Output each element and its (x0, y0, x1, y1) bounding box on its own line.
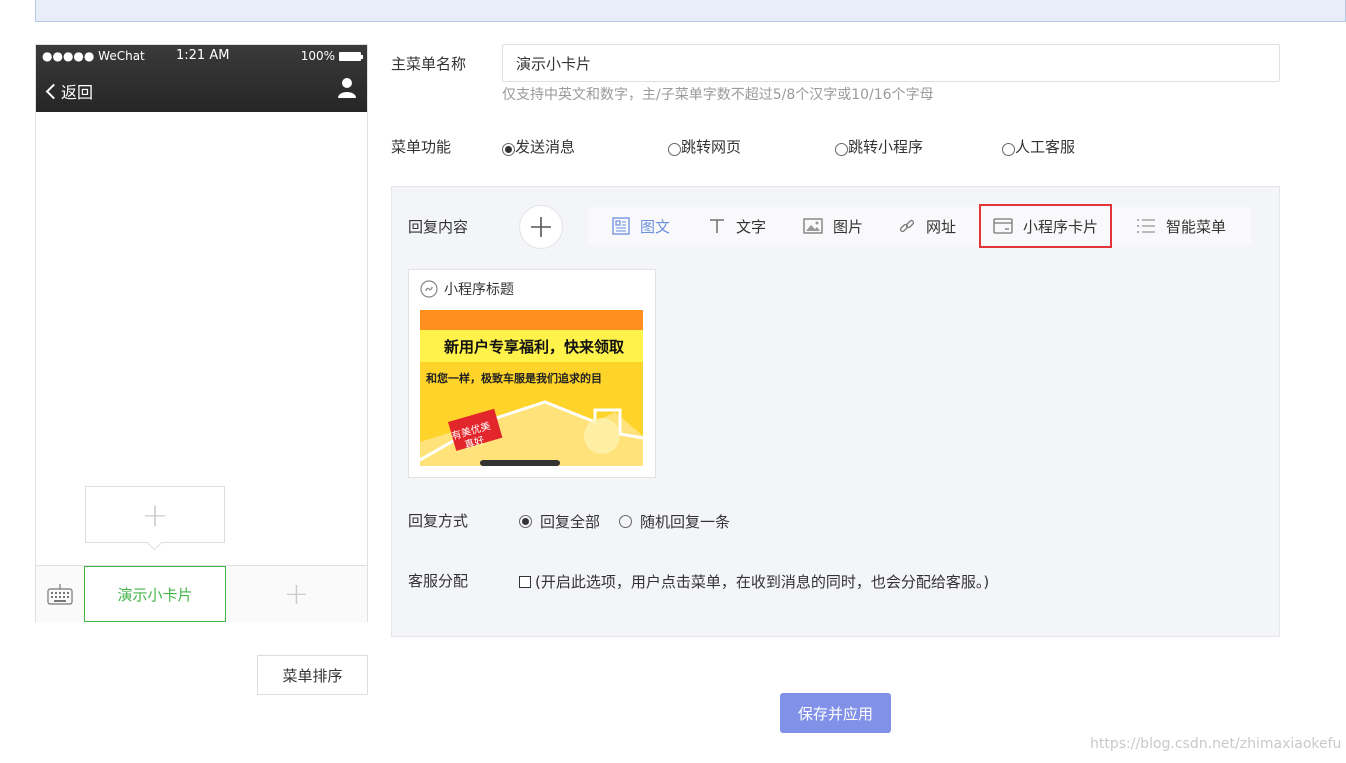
battery-indicator: 100% (300, 49, 363, 63)
banner-headline: 新用户专享福利，快来领取 (444, 338, 625, 356)
phone-preview: ●●●●● WeChat 1:21 AM 100% 返回 + 演示小卡片 + (35, 44, 368, 622)
tab-news[interactable]: 图文 (600, 207, 682, 245)
back-button[interactable]: 返回 (44, 79, 93, 103)
chevron-left-icon (45, 83, 62, 99)
watermark: https://blog.csdn.net/zhimaxiaokefu (1090, 736, 1342, 752)
plus-icon: + (141, 495, 169, 534)
news-icon (612, 217, 630, 235)
card-title: 小程序标题 (420, 279, 514, 299)
service-assign-text: (开启此选项，用户点击菜单，在收到消息的同时，也会分配给客服。) (535, 573, 990, 591)
phone-nav-bar: 返回 (36, 67, 367, 112)
radio-label: 人工客服 (1015, 138, 1076, 156)
chat-area: + (36, 112, 367, 566)
radio-icon (668, 143, 681, 156)
tab-label: 图片 (833, 217, 864, 236)
tab-label: 智能菜单 (1166, 217, 1227, 236)
tab-label: 文字 (736, 217, 767, 236)
menu-item-active[interactable]: 演示小卡片 (84, 566, 226, 622)
radio-checked-icon (519, 514, 532, 528)
menu-name-label: 主菜单名称 (391, 55, 467, 73)
keyboard-toggle[interactable] (36, 566, 84, 622)
list-icon (1137, 219, 1155, 233)
tab-text[interactable]: 文字 (696, 207, 778, 245)
radio-checked-icon (502, 143, 515, 156)
keyboard-icon (47, 584, 73, 605)
radio-label: 发送消息 (515, 138, 576, 156)
sort-menu-button[interactable]: 菜单排序 (257, 655, 368, 695)
radio-open-miniprogram[interactable]: 跳转小程序 (835, 136, 923, 157)
radio-icon (1002, 143, 1015, 156)
radio-open-webpage[interactable]: 跳转网页 (668, 136, 741, 157)
card-icon (993, 218, 1013, 234)
miniprogram-icon (420, 280, 438, 298)
service-assign-checkbox[interactable]: (开启此选项，用户点击菜单，在收到消息的同时，也会分配给客服。) (519, 571, 989, 592)
tab-label: 小程序卡片 (1023, 217, 1099, 236)
menu-name-hint: 仅支持中英文和数字，主/子菜单字数不超过5/8个汉字或10/16个字母 (502, 87, 934, 103)
phone-header: ●●●●● WeChat 1:21 AM 100% 返回 (36, 45, 367, 112)
service-assign-label: 客服分配 (408, 572, 469, 590)
user-icon[interactable] (337, 77, 357, 99)
battery-label: 100% (300, 49, 335, 63)
radio-icon (835, 143, 848, 156)
card-banner-image: 新用户专享福利，快来领取 和您一样，极致车服是我们追求的目 有美优美 真好 (420, 310, 643, 466)
status-bar: ●●●●● WeChat 1:21 AM 100% (36, 45, 367, 67)
text-icon (710, 219, 724, 233)
add-menu-button[interactable]: + (226, 566, 367, 622)
custom-menu-bar: 演示小卡片 + (36, 565, 367, 622)
battery-icon (339, 51, 363, 61)
tab-image[interactable]: 图片 (791, 207, 875, 245)
card-title-text: 小程序标题 (444, 282, 514, 298)
reply-content-label: 回复内容 (408, 218, 469, 236)
save-apply-button[interactable]: 保存并应用 (780, 693, 891, 733)
add-reply-button[interactable] (519, 205, 563, 249)
clock-label: 1:21 AM (176, 48, 230, 63)
menu-name-input[interactable] (502, 44, 1280, 82)
banner-subtitle: 和您一样，极致车服是我们追求的目 (426, 372, 602, 385)
plus-icon (531, 217, 551, 237)
tab-link[interactable]: 网址 (886, 207, 968, 245)
top-notice-bar (35, 0, 1346, 22)
carrier-label: ●●●●● WeChat (42, 49, 145, 63)
checkbox-icon (519, 575, 531, 588)
reply-type-tabs: 图文 文字 图片 网址 小程序卡片 智能菜单 (588, 204, 1251, 248)
tab-smart-menu[interactable]: 智能菜单 (1124, 207, 1238, 245)
radio-label: 回复全部 (540, 513, 601, 531)
reply-content-panel: 回复内容 图文 文字 图片 网址 小程序卡片 智能菜单 小程序标题 新用户专享福… (391, 186, 1280, 637)
radio-send-message[interactable]: 发送消息 (502, 136, 575, 157)
radio-icon (619, 514, 632, 528)
radio-label: 跳转网页 (681, 138, 742, 156)
reply-mode-label: 回复方式 (408, 512, 469, 530)
radio-human-service[interactable]: 人工客服 (1002, 136, 1075, 157)
add-submenu-button[interactable]: + (85, 486, 225, 543)
menu-function-label: 菜单功能 (391, 138, 452, 156)
plus-icon: + (283, 576, 310, 612)
radio-reply-all[interactable]: 回复全部 (519, 511, 600, 532)
radio-label: 随机回复一条 (640, 513, 731, 531)
link-icon (899, 219, 915, 233)
radio-reply-random[interactable]: 随机回复一条 (619, 511, 730, 532)
miniprogram-card-preview[interactable]: 小程序标题 新用户专享福利，快来领取 和您一样，极致车服是我们追求的目 有美优美… (408, 269, 656, 478)
back-label: 返回 (61, 83, 94, 102)
tab-miniprogram-card[interactable]: 小程序卡片 (979, 204, 1113, 248)
image-icon (803, 218, 823, 234)
tab-label: 图文 (640, 217, 671, 236)
radio-label: 跳转小程序 (848, 138, 924, 156)
tab-label: 网址 (926, 217, 957, 236)
